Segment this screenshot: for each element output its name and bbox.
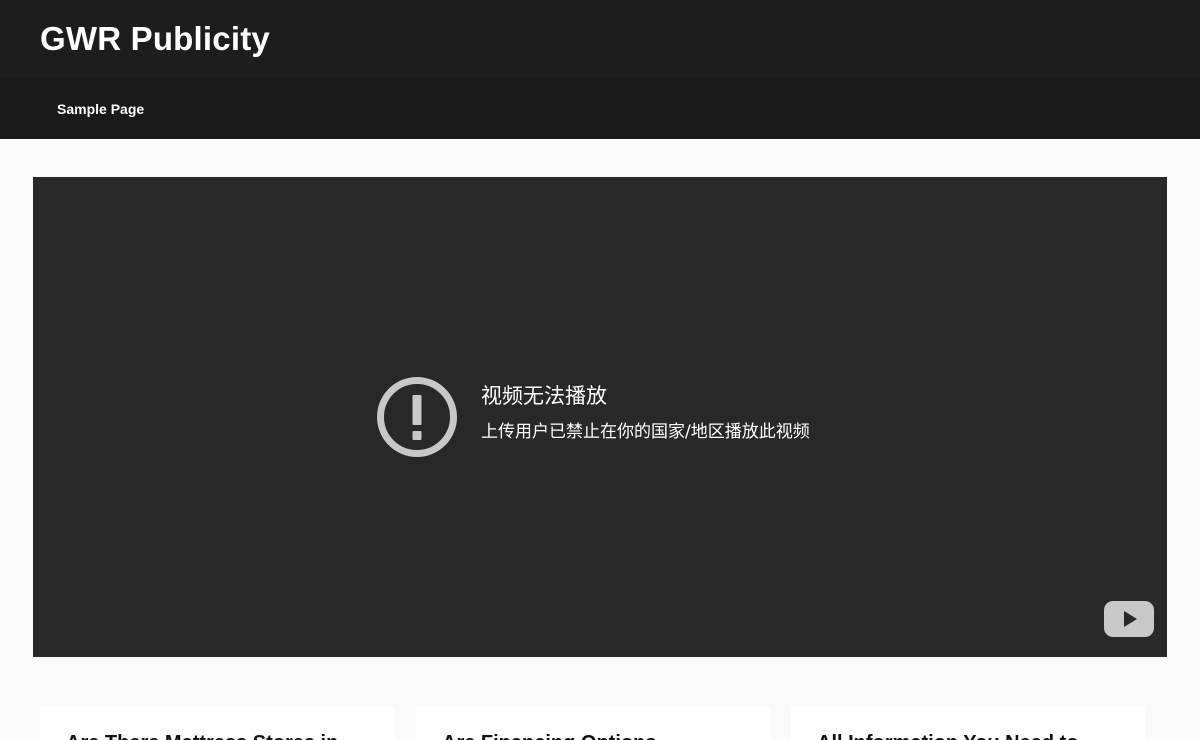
post-card: Are Financing Options: [416, 707, 770, 740]
youtube-logo-icon[interactable]: [1104, 601, 1154, 637]
post-title[interactable]: Are There Mattress Stores in: [66, 731, 338, 740]
video-player[interactable]: 视频无法播放 上传用户已禁止在你的国家/地区播放此视频: [33, 177, 1167, 657]
post-card: All Information You Need to: [791, 707, 1145, 740]
video-error-message: 上传用户已禁止在你的国家/地区播放此视频: [481, 422, 810, 442]
post-title[interactable]: All Information You Need to: [817, 731, 1078, 740]
video-error-title: 视频无法播放: [481, 384, 607, 408]
nav-item-sample-page[interactable]: Sample Page: [57, 102, 144, 116]
site-title[interactable]: GWR Publicity: [40, 22, 270, 55]
main-navigation: Sample Page: [0, 78, 1200, 139]
alert-circle-icon: [377, 377, 457, 457]
post-card: Are There Mattress Stores in: [40, 707, 394, 740]
site-header: GWR Publicity: [0, 0, 1200, 78]
post-title[interactable]: Are Financing Options: [442, 731, 656, 740]
